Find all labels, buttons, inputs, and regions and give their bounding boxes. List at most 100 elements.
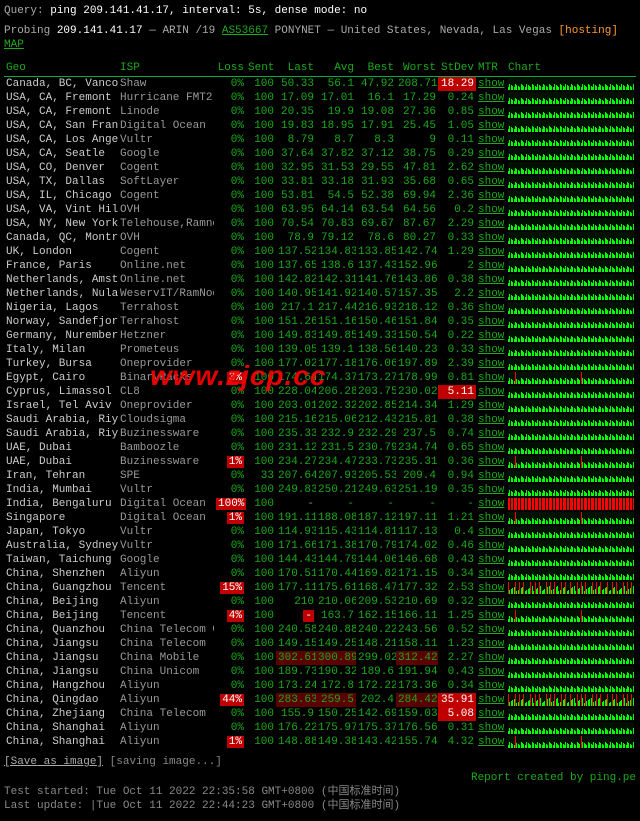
col-avg[interactable]: Avg	[316, 60, 356, 77]
mtr-link[interactable]: show	[478, 498, 504, 510]
cell-loss: 0%	[214, 203, 246, 217]
save-as-image[interactable]: [Save as image]	[4, 756, 103, 768]
cell-isp: Aliyun	[118, 735, 214, 749]
mtr-link[interactable]: show	[478, 624, 504, 636]
mtr-link[interactable]: show	[478, 218, 504, 230]
sparkline	[508, 428, 634, 440]
mtr-link[interactable]: show	[478, 652, 504, 664]
mtr-link[interactable]: show	[478, 302, 504, 314]
mtr-link[interactable]: show	[478, 204, 504, 216]
mtr-link[interactable]: show	[478, 246, 504, 258]
mtr-link[interactable]: show	[478, 596, 504, 608]
mtr-link[interactable]: show	[478, 540, 504, 552]
col-isp[interactable]: ISP	[118, 60, 214, 77]
cell-worst: 157.35	[396, 287, 438, 301]
cell-geo: USA, IL, Chicago	[4, 189, 118, 203]
col-stdev[interactable]: StDev	[438, 60, 476, 77]
col-sent[interactable]: Sent	[246, 60, 276, 77]
cell-isp: Digital Ocean	[118, 119, 214, 133]
mtr-link[interactable]: show	[478, 568, 504, 580]
mtr-link[interactable]: show	[478, 680, 504, 692]
col-geo[interactable]: Geo	[4, 60, 118, 77]
cell-sent: 100	[246, 721, 276, 735]
col-last[interactable]: Last	[276, 60, 316, 77]
cell-best: 17.91	[356, 119, 396, 133]
mtr-link[interactable]: show	[478, 260, 504, 272]
table-row: Canada, BC, VancouverShaw0%10050.3356.14…	[4, 77, 636, 92]
mtr-link[interactable]: show	[478, 456, 504, 468]
cell-loss: 0%	[214, 595, 246, 609]
mtr-link[interactable]: show	[478, 694, 504, 706]
mtr-link[interactable]: show	[478, 470, 504, 482]
mtr-link[interactable]: show	[478, 106, 504, 118]
mtr-link[interactable]: show	[478, 512, 504, 524]
cell-sent: 100	[246, 189, 276, 203]
mtr-link[interactable]: show	[478, 554, 504, 566]
cell-best: 205.53	[356, 469, 396, 483]
cell-worst: 151.84	[396, 315, 438, 329]
cell-chart	[506, 161, 636, 175]
mtr-link[interactable]: show	[478, 330, 504, 342]
mtr-link[interactable]: show	[478, 232, 504, 244]
mtr-link[interactable]: show	[478, 610, 504, 622]
mtr-link[interactable]: show	[478, 176, 504, 188]
mtr-link[interactable]: show	[478, 134, 504, 146]
cell-chart	[506, 567, 636, 581]
mtr-link[interactable]: show	[478, 386, 504, 398]
cell-loss: 0%	[214, 413, 246, 427]
cell-worst: 174.02	[396, 539, 438, 553]
mtr-link[interactable]: show	[478, 274, 504, 286]
cell-chart	[506, 651, 636, 665]
col-best[interactable]: Best	[356, 60, 396, 77]
mtr-link[interactable]: show	[478, 190, 504, 202]
cell-avg: 33.18	[316, 175, 356, 189]
cell-stdev: 0.34	[438, 567, 476, 581]
table-row: UK, LondonCogent0%100137.52134.83133.851…	[4, 245, 636, 259]
cell-worst: 9	[396, 133, 438, 147]
cell-last: 139.05	[276, 343, 316, 357]
cell-best: 133.85	[356, 245, 396, 259]
mtr-link[interactable]: show	[478, 288, 504, 300]
mtr-link[interactable]: show	[478, 428, 504, 440]
col-chart[interactable]: Chart	[506, 60, 636, 77]
mtr-link[interactable]: show	[478, 162, 504, 174]
table-row: Italy, MilanPrometeus0%100139.05139.1138…	[4, 343, 636, 357]
col-mtr[interactable]: MTR	[476, 60, 506, 77]
table-row: China, ShanghaiAliyun0%100176.22175.9717…	[4, 721, 636, 735]
mtr-link[interactable]: show	[478, 582, 504, 594]
mtr-link[interactable]: show	[478, 708, 504, 720]
mtr-link[interactable]: show	[478, 414, 504, 426]
cell-last: 240.58	[276, 623, 316, 637]
mtr-link[interactable]: show	[478, 316, 504, 328]
mtr-link[interactable]: show	[478, 400, 504, 412]
map-link[interactable]: MAP	[4, 39, 24, 51]
asn-link[interactable]: AS53667	[222, 25, 268, 37]
table-row: China, JiangsuChina Telecom0%100149.1514…	[4, 637, 636, 651]
col-loss[interactable]: Loss	[214, 60, 246, 77]
mtr-link[interactable]: show	[478, 92, 504, 104]
mtr-link[interactable]: show	[478, 484, 504, 496]
cell-avg: 134.83	[316, 245, 356, 259]
mtr-link[interactable]: show	[478, 358, 504, 370]
cell-stdev: 0.85	[438, 105, 476, 119]
mtr-link[interactable]: show	[478, 148, 504, 160]
mtr-link[interactable]: show	[478, 526, 504, 538]
cell-geo: UAE, Dubai	[4, 455, 118, 469]
mtr-link[interactable]: show	[478, 638, 504, 650]
table-row: China, GuangzhouTencent15%100177.11175.6…	[4, 581, 636, 595]
table-row: China, BeijingAliyun0%100210210.06209.53…	[4, 595, 636, 609]
mtr-link[interactable]: show	[478, 344, 504, 356]
cell-last: 171.66	[276, 539, 316, 553]
mtr-link[interactable]: show	[478, 78, 504, 90]
mtr-link[interactable]: show	[478, 120, 504, 132]
mtr-link[interactable]: show	[478, 442, 504, 454]
cell-chart	[506, 343, 636, 357]
mtr-link[interactable]: show	[478, 736, 504, 748]
cell-stdev: -	[438, 497, 476, 511]
mtr-link[interactable]: show	[478, 666, 504, 678]
mtr-link[interactable]: show	[478, 722, 504, 734]
sparkline	[508, 540, 634, 552]
col-worst[interactable]: Worst	[396, 60, 438, 77]
mtr-link[interactable]: show	[478, 372, 504, 384]
cell-best: 189.6	[356, 665, 396, 679]
